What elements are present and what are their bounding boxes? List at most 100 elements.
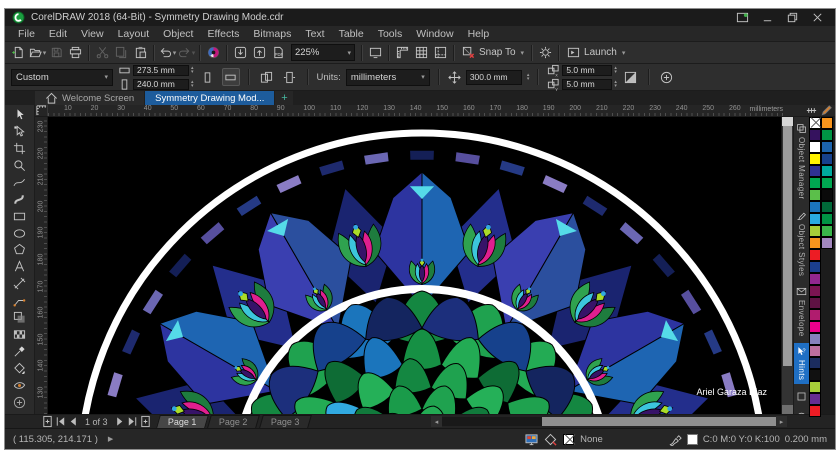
new-document-button[interactable] xyxy=(9,44,28,62)
color-swatch[interactable] xyxy=(809,273,821,285)
treat-as-filled-button[interactable] xyxy=(622,68,640,86)
previous-page-button[interactable] xyxy=(67,416,80,427)
color-swatch[interactable] xyxy=(809,261,821,273)
paste-button[interactable] xyxy=(131,44,150,62)
color-swatch[interactable] xyxy=(809,297,821,309)
color-swatch[interactable] xyxy=(821,201,833,213)
open-button[interactable]: ▾ xyxy=(28,44,47,62)
color-swatch[interactable] xyxy=(809,129,821,141)
page-preset-select[interactable]: Custom ▾ xyxy=(11,68,113,86)
crop-tool[interactable] xyxy=(8,140,32,157)
redo-button[interactable]: ▾ xyxy=(177,44,196,62)
color-swatch[interactable] xyxy=(809,177,821,189)
snap-to-button[interactable]: Snap To ▾ xyxy=(458,44,528,62)
scroll-left-button[interactable]: ◂ xyxy=(431,416,442,427)
first-page-button[interactable] xyxy=(54,416,67,427)
page-tab-page-1[interactable]: Page 1 xyxy=(155,415,208,428)
next-page-button[interactable] xyxy=(113,416,126,427)
text-tool[interactable] xyxy=(8,258,32,275)
menu-item-object[interactable]: Object xyxy=(156,27,200,41)
ellipse-tool[interactable] xyxy=(8,225,32,242)
connector-tool[interactable] xyxy=(8,292,32,309)
current-page-button[interactable] xyxy=(281,68,299,86)
edit-scale-icon[interactable] xyxy=(820,104,833,117)
ruler-origin-button[interactable] xyxy=(35,105,48,116)
page-tab-page-2[interactable]: Page 2 xyxy=(207,415,260,428)
docker-tab-hints[interactable]: ? Hints xyxy=(794,343,809,384)
color-swatch[interactable] xyxy=(821,129,833,141)
pdf-export-button[interactable]: PDF xyxy=(269,44,288,62)
restore-button[interactable] xyxy=(786,11,799,24)
duplicate-x-spinner[interactable]: ▴ ▾ xyxy=(614,66,617,75)
no-color-swatch[interactable] xyxy=(809,117,821,129)
color-eyedropper-tool[interactable] xyxy=(8,343,32,360)
drawing-canvas[interactable]: Ariel Garaza Diaz xyxy=(48,117,781,414)
pick-tool[interactable] xyxy=(8,106,32,123)
color-swatch[interactable] xyxy=(809,393,821,405)
horizontal-ruler[interactable]: millimeters 10 20 30 40 50 60 70 80 90 100 110 120 1… xyxy=(48,105,787,116)
duplicate-y-field[interactable]: 5.0 mm xyxy=(562,78,613,90)
all-pages-button[interactable] xyxy=(258,68,276,86)
show-guidelines-button[interactable] xyxy=(431,44,450,62)
docker-tab-object-styles[interactable]: Object Styles xyxy=(794,207,809,279)
customize-window-icon[interactable] xyxy=(736,11,749,24)
customize-toolbox-button[interactable] xyxy=(8,394,32,411)
color-swatch[interactable] xyxy=(809,201,821,213)
menu-item-edit[interactable]: Edit xyxy=(42,27,74,41)
show-rulers-button[interactable] xyxy=(393,44,412,62)
vertical-scroll-thumb[interactable] xyxy=(783,126,792,366)
minimize-button[interactable] xyxy=(761,11,774,24)
color-swatch[interactable] xyxy=(809,345,821,357)
color-swatch[interactable] xyxy=(821,165,833,177)
transparency-tool[interactable] xyxy=(8,326,32,343)
rectangle-tool[interactable] xyxy=(8,208,32,225)
color-swatch[interactable] xyxy=(821,213,833,225)
menu-item-file[interactable]: File xyxy=(11,27,42,41)
portrait-button[interactable] xyxy=(199,68,217,86)
close-button[interactable] xyxy=(811,11,824,24)
vertical-scrollbar[interactable] xyxy=(781,117,793,414)
smart-fill-tool[interactable] xyxy=(8,377,32,394)
color-swatch[interactable] xyxy=(809,333,821,345)
page-width-spinner[interactable]: ▴ ▾ xyxy=(191,66,194,75)
freehand-tool[interactable] xyxy=(8,174,32,191)
color-swatch[interactable] xyxy=(809,285,821,297)
interactive-fill-tool[interactable] xyxy=(8,360,32,377)
ruler-options-icon[interactable] xyxy=(805,104,818,117)
menu-item-view[interactable]: View xyxy=(74,27,111,41)
menu-item-help[interactable]: Help xyxy=(461,27,497,41)
launch-button[interactable]: Launch ▾ xyxy=(563,44,629,62)
customize-propbar-button[interactable] xyxy=(658,68,676,86)
status-expand-icon[interactable]: ▶ xyxy=(108,435,113,443)
menu-item-window[interactable]: Window xyxy=(409,27,460,41)
duplicate-x-field[interactable]: 5.0 mm xyxy=(562,64,613,76)
color-swatch[interactable] xyxy=(821,153,833,165)
tab-symmetry-document[interactable]: Symmetry Drawing Mod... xyxy=(145,91,275,105)
duplicate-y-spinner[interactable]: ▴ ▾ xyxy=(614,80,617,89)
add-page-start-button[interactable] xyxy=(41,415,54,428)
menu-item-layout[interactable]: Layout xyxy=(111,27,157,41)
landscape-button[interactable] xyxy=(221,68,240,86)
units-select[interactable]: millimeters ▾ xyxy=(345,68,430,86)
outline-pen-icon[interactable] xyxy=(669,433,682,446)
color-swatch[interactable] xyxy=(821,141,833,153)
color-swatch[interactable] xyxy=(809,249,821,261)
page-width-field[interactable]: 273.5 mm xyxy=(133,64,189,76)
import-button[interactable] xyxy=(231,44,250,62)
color-swatch[interactable] xyxy=(821,225,833,237)
color-swatch[interactable] xyxy=(809,189,821,201)
nudge-spinner[interactable]: ▴ ▾ xyxy=(527,73,530,82)
zoom-tool[interactable] xyxy=(8,157,32,174)
scroll-down-button[interactable] xyxy=(782,405,793,414)
color-swatch[interactable] xyxy=(809,321,821,333)
show-grid-button[interactable] xyxy=(412,44,431,62)
fullscreen-preview-button[interactable] xyxy=(366,44,385,62)
docker-tab-envelope[interactable]: Envelope xyxy=(794,283,809,340)
menu-item-bitmaps[interactable]: Bitmaps xyxy=(246,27,298,41)
cut-button[interactable] xyxy=(93,44,112,62)
last-page-button[interactable] xyxy=(126,416,139,427)
options-button[interactable] xyxy=(536,44,555,62)
export-button[interactable] xyxy=(250,44,269,62)
color-swatch[interactable] xyxy=(821,189,833,201)
color-swatch[interactable] xyxy=(809,357,821,369)
